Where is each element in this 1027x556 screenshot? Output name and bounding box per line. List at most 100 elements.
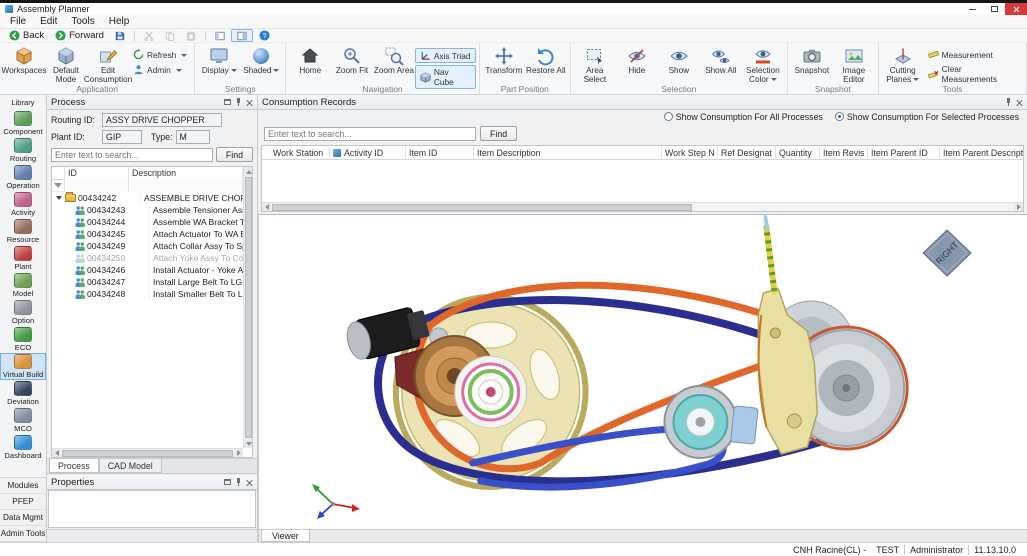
clear-measurements-button[interactable]: Clear Measurements (924, 63, 1023, 85)
pin-icon[interactable] (1005, 98, 1012, 106)
sidebar-item-deviation[interactable]: Deviation (0, 380, 46, 407)
layout-panels-button[interactable] (210, 29, 230, 42)
plant-id-input[interactable] (102, 130, 142, 144)
tab-viewer[interactable]: Viewer (261, 530, 310, 542)
radio-selected-processes[interactable]: Show Consumption For Selected Processes (835, 112, 1019, 122)
consumption-find-button[interactable]: Find (480, 126, 517, 141)
sidebar-item-routing[interactable]: Routing (0, 137, 46, 164)
area-select-button[interactable]: Area Select (574, 44, 616, 86)
type-input[interactable] (176, 130, 210, 144)
sidebar-item-virtual-build[interactable]: Virtual Build (0, 353, 46, 380)
radio-all-processes[interactable]: Show Consumption For All Processes (664, 112, 823, 122)
sidebar-bottom-modules[interactable]: Modules (0, 478, 46, 494)
sidebar-item-dashboard[interactable]: Dashboard (0, 434, 46, 461)
scroll-right-icon[interactable] (237, 450, 241, 456)
sidebar-item-component[interactable]: Component (0, 110, 46, 137)
sidebar-bottom-pfep[interactable]: PFEP (0, 494, 46, 510)
menu-file[interactable]: File (3, 16, 33, 27)
measurement-button[interactable]: Measurement (924, 48, 1023, 61)
workspaces-button[interactable]: Workspaces (3, 44, 45, 86)
sidebar-bottom-data-mgmt[interactable]: Data Mgmt (0, 510, 46, 526)
axis-triad-toggle[interactable]: Axis Triad (415, 48, 476, 63)
minimize-button[interactable] (961, 3, 983, 15)
column-header-item-parent-id[interactable]: Item Parent ID (868, 146, 940, 160)
sidebar-item-option[interactable]: Option (0, 299, 46, 326)
close-icon[interactable] (1016, 99, 1023, 106)
filter-cell-id[interactable] (65, 179, 129, 192)
cut-button[interactable] (139, 29, 159, 42)
process-search-input[interactable] (51, 148, 213, 162)
sidebar-item-mco[interactable]: MCO (0, 407, 46, 434)
edit-consumption-button[interactable]: Edit Consumption (87, 44, 129, 86)
scrollbar-thumb[interactable] (272, 204, 692, 211)
zoom-fit-button[interactable]: Zoom Fit (331, 44, 373, 86)
column-header-work-step-no[interactable]: Work Step No (662, 146, 718, 160)
save-button[interactable] (110, 29, 130, 42)
process-row-00434245[interactable]: 00434245Attach Actuator To WA BRKT Yoke … (52, 228, 243, 240)
column-header-item-parent-description[interactable]: Item Parent Description (940, 146, 1024, 160)
viewer-panel[interactable]: RIGHT Viewer (258, 215, 1027, 542)
show-all-button[interactable]: Show All (700, 44, 742, 86)
sidebar-bottom-admin-tools[interactable]: Admin Tools (0, 526, 46, 542)
pulley-hub[interactable] (455, 356, 527, 428)
sidebar-item-model[interactable]: Model (0, 272, 46, 299)
close-icon[interactable] (246, 99, 253, 106)
routing-id-input[interactable] (102, 113, 222, 127)
column-header-activity-id[interactable]: Activity ID (330, 146, 406, 160)
column-header-description[interactable]: Description (129, 167, 243, 180)
pin-icon[interactable] (235, 478, 242, 486)
layout-viewer-button[interactable] (231, 29, 253, 42)
blue-mount-bracket[interactable] (731, 406, 759, 444)
admin-button[interactable]: Admin (129, 63, 191, 76)
filter-icon[interactable] (54, 183, 62, 188)
shaded-button[interactable]: Shaded (240, 44, 282, 86)
process-row-00434244[interactable]: 00434244Assemble WA Bracket To Yoke Shif… (52, 216, 243, 228)
process-find-button[interactable]: Find (216, 147, 253, 162)
process-row-00434242[interactable]: 00434242ASSEMBLE DRIVE CHOPPER DLX SHIFT (52, 192, 243, 204)
column-header-ref-designator[interactable]: Ref Designator (718, 146, 776, 160)
filter-cell-description[interactable] (129, 179, 243, 192)
zoom-area-button[interactable]: Zoom Area (373, 44, 415, 86)
selection-color-button[interactable]: Selection Color (742, 44, 784, 86)
consumption-search-input[interactable] (264, 127, 476, 141)
sidebar-item-library[interactable]: Library (0, 95, 46, 110)
restore-all-button[interactable]: Restore All (525, 44, 567, 86)
column-header-id[interactable]: ID (65, 167, 129, 180)
pin-icon[interactable] (235, 98, 242, 106)
process-row-00434243[interactable]: 00434243Assemble Tensioner Assy To Small… (52, 204, 243, 216)
column-header-work-station[interactable]: Work Station (270, 146, 330, 160)
scrollbar-thumb[interactable] (62, 450, 233, 457)
column-header-item-revision[interactable]: Item Revision (820, 146, 868, 160)
home-button[interactable]: Home (289, 44, 331, 86)
collapse-icon[interactable] (52, 196, 65, 200)
default-mode-button[interactable]: Default Mode (45, 44, 87, 86)
cutting-planes-button[interactable]: Cutting Planes (882, 44, 924, 86)
sidebar-item-plant[interactable]: Plant (0, 245, 46, 272)
sidebar-item-operation[interactable]: Operation (0, 164, 46, 191)
menu-edit[interactable]: Edit (33, 16, 64, 27)
refresh-button[interactable]: Refresh (129, 48, 191, 61)
column-header-item-description[interactable]: Item Description (474, 146, 662, 160)
scrollbar-thumb[interactable] (245, 177, 252, 438)
process-row-00434250[interactable]: 00434250Attach Yoke Assy To Collar Assy (52, 252, 243, 264)
process-horizontal-scrollbar[interactable] (52, 448, 243, 457)
sidebar-item-activity[interactable]: Activity (0, 191, 46, 218)
menu-tools[interactable]: Tools (64, 16, 101, 27)
back-button[interactable]: Back (4, 29, 49, 42)
menu-help[interactable]: Help (102, 16, 137, 27)
column-header-quantity[interactable]: Quantity (776, 146, 820, 160)
scroll-down-icon[interactable] (246, 442, 252, 446)
column-header-item-id[interactable]: Item ID (406, 146, 474, 160)
hide-button[interactable]: Hide (616, 44, 658, 86)
copy-button[interactable] (160, 29, 180, 42)
teal-idler-pulley[interactable] (664, 386, 736, 458)
float-window-icon[interactable] (224, 479, 231, 485)
display-button[interactable]: Display (198, 44, 240, 86)
image-editor-button[interactable]: Image Editor (833, 44, 875, 86)
process-vertical-scrollbar[interactable] (243, 167, 252, 448)
cad-3d-model[interactable]: RIGHT (259, 215, 1027, 529)
show-button[interactable]: Show (658, 44, 700, 86)
process-row-00434246[interactable]: 00434246Install Actuator - Yoke Assy To … (52, 264, 243, 276)
paste-button[interactable] (181, 29, 201, 42)
help-button[interactable]: ? (254, 29, 275, 42)
